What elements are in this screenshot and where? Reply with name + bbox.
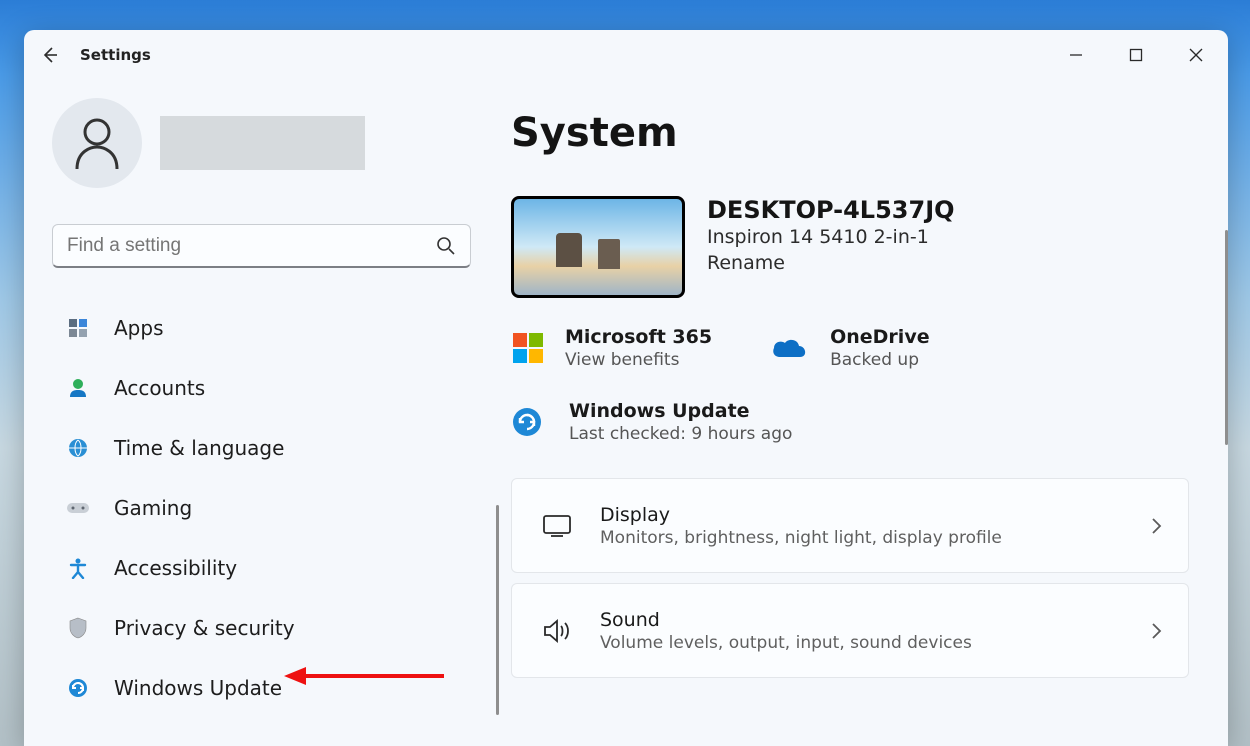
body: Apps Accounts Time & language Gaming Acc… — [24, 80, 1228, 746]
sidebar-item-accounts[interactable]: Accounts — [52, 358, 471, 418]
status-onedrive[interactable]: OneDrive Backed up — [770, 326, 930, 370]
card-title: Sound — [600, 609, 1150, 631]
titlebar: Settings — [24, 30, 1228, 80]
minimize-icon — [1069, 48, 1083, 62]
window-title: Settings — [80, 46, 151, 64]
sidebar: Apps Accounts Time & language Gaming Acc… — [24, 80, 499, 746]
rename-link[interactable]: Rename — [707, 252, 955, 274]
sidebar-item-gaming[interactable]: Gaming — [52, 478, 471, 538]
sidebar-item-label: Time & language — [114, 436, 284, 460]
arrow-left-icon — [40, 45, 60, 65]
sidebar-item-label: Privacy & security — [114, 616, 295, 640]
search-icon — [436, 236, 456, 256]
gamepad-icon — [66, 500, 90, 516]
chevron-right-icon — [1150, 622, 1162, 640]
card-subtitle: Monitors, brightness, night light, displ… — [600, 528, 1150, 548]
nav-list: Apps Accounts Time & language Gaming Acc… — [52, 298, 471, 718]
card-subtitle: Volume levels, output, input, sound devi… — [600, 633, 1150, 653]
sidebar-item-label: Accessibility — [114, 556, 237, 580]
sidebar-item-windows-update[interactable]: Windows Update — [52, 658, 471, 718]
display-icon — [538, 514, 576, 538]
status-title: Windows Update — [569, 400, 792, 422]
avatar — [52, 98, 142, 188]
status-subtitle: View benefits — [565, 350, 712, 370]
sidebar-item-label: Apps — [114, 316, 164, 340]
person-icon — [73, 117, 121, 169]
sidebar-item-label: Accounts — [114, 376, 205, 400]
card-title: Display — [600, 504, 1150, 526]
device-preview — [511, 196, 685, 298]
sidebar-item-time-language[interactable]: Time & language — [52, 418, 471, 478]
accounts-icon — [66, 377, 90, 399]
status-update[interactable]: Windows Update Last checked: 9 hours ago — [511, 400, 1222, 444]
device-name: DESKTOP-4L537JQ — [707, 196, 955, 224]
back-button[interactable] — [26, 31, 74, 79]
sidebar-item-accessibility[interactable]: Accessibility — [52, 538, 471, 598]
sidebar-item-label: Windows Update — [114, 676, 282, 700]
microsoft-icon — [511, 331, 545, 365]
apps-icon — [66, 317, 90, 339]
settings-list: Display Monitors, brightness, night ligh… — [511, 478, 1189, 678]
sidebar-item-apps[interactable]: Apps — [52, 298, 471, 358]
close-icon — [1189, 48, 1203, 62]
status-subtitle: Last checked: 9 hours ago — [569, 424, 792, 444]
search-input[interactable] — [67, 235, 436, 257]
device-info: DESKTOP-4L537JQ Inspiron 14 5410 2-in-1 … — [707, 196, 955, 274]
accessibility-icon — [66, 557, 90, 579]
maximize-button[interactable] — [1106, 31, 1166, 79]
chevron-right-icon — [1150, 517, 1162, 535]
cloud-icon — [770, 335, 810, 361]
card-display[interactable]: Display Monitors, brightness, night ligh… — [511, 478, 1189, 573]
page-title: System — [511, 110, 1222, 156]
sidebar-item-privacy-security[interactable]: Privacy & security — [52, 598, 471, 658]
device-model: Inspiron 14 5410 2-in-1 — [707, 226, 955, 248]
settings-window: Settings — [24, 30, 1228, 746]
status-title: OneDrive — [830, 326, 930, 348]
sidebar-item-label: Gaming — [114, 496, 192, 520]
status-m365[interactable]: Microsoft 365 View benefits — [511, 326, 712, 370]
account-row[interactable] — [52, 98, 471, 188]
search-box[interactable] — [52, 224, 471, 268]
update-icon — [66, 677, 90, 699]
main-panel: System DESKTOP-4L537JQ Inspiron 14 5410 … — [499, 80, 1228, 746]
window-controls — [1046, 31, 1226, 79]
minimize-button[interactable] — [1046, 31, 1106, 79]
status-subtitle: Backed up — [830, 350, 930, 370]
status-row: Microsoft 365 View benefits OneDrive Bac… — [511, 326, 1222, 370]
status-title: Microsoft 365 — [565, 326, 712, 348]
close-button[interactable] — [1166, 31, 1226, 79]
shield-icon — [66, 617, 90, 639]
globe-clock-icon — [66, 437, 90, 459]
maximize-icon — [1129, 48, 1143, 62]
main-scrollbar[interactable] — [1225, 230, 1228, 445]
sound-icon — [538, 618, 576, 644]
device-row: DESKTOP-4L537JQ Inspiron 14 5410 2-in-1 … — [511, 196, 1222, 298]
card-sound[interactable]: Sound Volume levels, output, input, soun… — [511, 583, 1189, 678]
update-icon — [511, 406, 543, 438]
account-name-redacted — [160, 116, 365, 170]
